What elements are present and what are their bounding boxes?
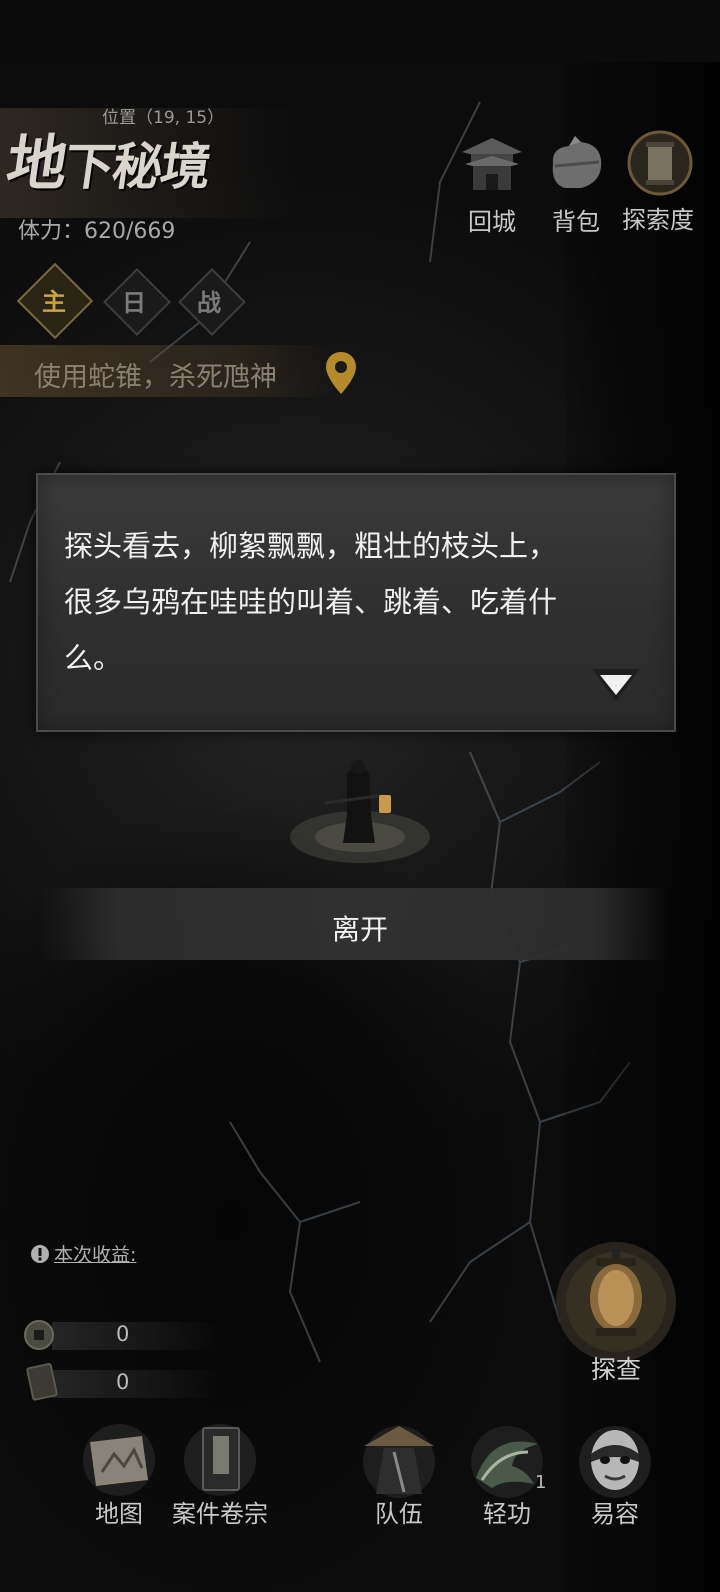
continue-arrow-icon[interactable]: [590, 665, 642, 705]
nav-disguise[interactable]: 易容: [560, 1422, 670, 1528]
map-scroll-icon: [83, 1424, 155, 1496]
dialog-line: 探头看去，柳絮飘飘，粗壮的枝头上，: [64, 529, 558, 563]
scroll-icon: [627, 130, 693, 196]
gain-row-coins: 0: [22, 1318, 222, 1354]
nav-map-label: 地图: [95, 1500, 143, 1528]
gain-row-bg: [52, 1370, 222, 1398]
backpack-button[interactable]: 背包: [536, 134, 616, 237]
exploration-button[interactable]: 探索度: [618, 130, 698, 235]
lantern-icon: [379, 795, 391, 813]
lightness-skill-badge: 1: [535, 1472, 547, 1493]
nav-lightness-skill-label: 轻功: [483, 1500, 531, 1528]
dialog-line: 么。: [64, 641, 123, 675]
warning-icon: [31, 1245, 49, 1263]
party-straw-hat-icon: [363, 1426, 435, 1498]
nav-party-label: 队伍: [375, 1500, 423, 1528]
nav-lightness-skill[interactable]: 轻功: [452, 1422, 562, 1528]
dialog-line: 很多乌鸦在哇哇的叫着、跳着、吃着什: [64, 585, 558, 619]
return-city-button[interactable]: 回城: [452, 134, 532, 237]
character-figure: [290, 760, 430, 863]
nav-disguise-label: 易容: [591, 1500, 639, 1528]
tab-battle-label: 战: [197, 288, 221, 317]
location-title: 地下秘境: [2, 129, 214, 199]
exploration-label: 探索度: [622, 206, 694, 234]
return-city-label: 回城: [468, 208, 516, 236]
city-gate-icon: [462, 138, 522, 190]
gains-title[interactable]: 本次收益:: [30, 1240, 136, 1267]
leave-button-label: 离开: [331, 913, 388, 946]
gain-row-bg: [52, 1322, 222, 1350]
case-file-icon: [184, 1424, 256, 1496]
coin-icon: [24, 1320, 54, 1350]
explore-label: 探查: [590, 1355, 641, 1384]
gain-value: 0: [116, 1370, 130, 1394]
stamina-text: 体力：620/669: [18, 219, 176, 244]
gain-row-tokens: 0: [22, 1363, 222, 1402]
backpack-label: 背包: [552, 208, 600, 236]
dialog-text: 探头看去，柳絮飘飘，粗壮的枝头上， 很多乌鸦在哇哇的叫着、跳着、吃着什 么。: [64, 518, 624, 686]
nav-case-files-label: 案件卷宗: [172, 1500, 268, 1528]
nav-party[interactable]: 队伍: [344, 1422, 454, 1528]
bundle-icon: [552, 136, 602, 188]
tab-daily-label: 日: [122, 288, 146, 317]
disguise-mask-icon: [579, 1426, 651, 1498]
nav-case-files[interactable]: 案件卷宗: [165, 1422, 275, 1528]
position-coordinates: 位置（19, 15）: [102, 108, 225, 128]
token-card-icon: [26, 1363, 58, 1401]
quest-text: 使用蛇锥，杀死虺神: [34, 362, 277, 393]
gain-value: 0: [116, 1322, 130, 1346]
tab-main-label: 主: [42, 287, 66, 316]
nav-map[interactable]: 地图: [64, 1422, 174, 1528]
location-pin-icon[interactable]: [323, 350, 359, 396]
